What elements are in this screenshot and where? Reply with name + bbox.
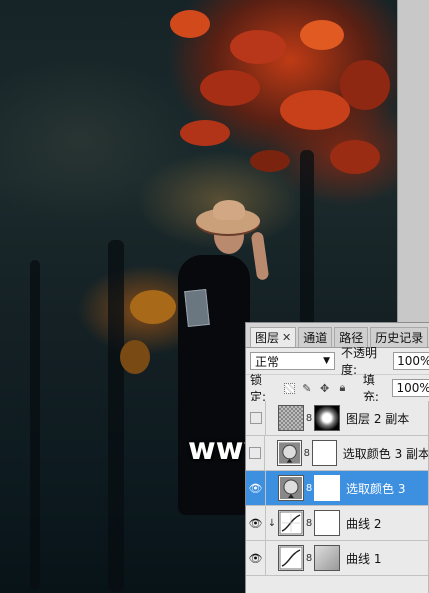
link-icon: 8 bbox=[305, 412, 313, 424]
lock-label: 锁定: bbox=[250, 373, 267, 404]
tab-label: 通道 bbox=[303, 331, 328, 345]
clipping-arrow-icon: ↓ bbox=[267, 517, 277, 529]
layer-name[interactable]: 曲线 2 bbox=[346, 515, 381, 532]
foliage-spot bbox=[300, 20, 344, 50]
mask-thumbnail[interactable] bbox=[311, 440, 337, 466]
layer-name[interactable]: 图层 2 副本 bbox=[346, 410, 409, 427]
foliage-spot bbox=[330, 140, 380, 174]
foliage-spot bbox=[200, 70, 260, 106]
eye-icon[interactable]: 👁︎ bbox=[246, 471, 266, 505]
mask-thumbnail[interactable] bbox=[314, 510, 340, 536]
selective-color-adjustment-icon bbox=[276, 440, 302, 466]
foliage-spot bbox=[250, 150, 290, 172]
foliage-spot bbox=[180, 120, 230, 146]
eye-icon[interactable]: 👁︎ bbox=[246, 506, 266, 540]
mask-thumbnail[interactable] bbox=[314, 405, 340, 431]
fill-value: 100% bbox=[396, 381, 429, 395]
close-icon[interactable]: ✕ bbox=[282, 331, 291, 344]
tree-trunk bbox=[108, 240, 124, 592]
chevron-down-icon: ▼ bbox=[323, 356, 331, 366]
lock-image-pixels-icon[interactable]: ✎ bbox=[300, 382, 313, 395]
layer-row[interactable]: 👁︎ 8 曲线 1 bbox=[246, 541, 429, 576]
lock-position-icon[interactable]: ✥ bbox=[318, 382, 331, 395]
layer-row[interactable]: 8 图层 2 副本 bbox=[246, 401, 429, 436]
tab-channels[interactable]: 通道 bbox=[298, 327, 333, 347]
workspace-gray-area bbox=[397, 0, 429, 322]
selective-color-adjustment-icon bbox=[278, 475, 304, 501]
foliage-spot bbox=[280, 90, 350, 130]
layer-row[interactable]: 8 选取颜色 3 副本 bbox=[246, 436, 429, 471]
link-icon: 8 bbox=[303, 447, 310, 459]
layer-name[interactable]: 曲线 1 bbox=[346, 550, 381, 567]
foliage-spot bbox=[230, 30, 286, 64]
layer-thumbnail bbox=[278, 405, 304, 431]
mask-thumbnail[interactable] bbox=[314, 475, 340, 501]
foliage-spot bbox=[130, 290, 176, 324]
tab-layers[interactable]: 图层 ✕ bbox=[250, 327, 297, 347]
eye-icon[interactable]: 👁︎ bbox=[246, 541, 266, 575]
mask-thumbnail[interactable] bbox=[314, 545, 340, 571]
curves-adjustment-icon bbox=[278, 510, 304, 536]
curves-adjustment-icon bbox=[278, 545, 304, 571]
lock-transparent-pixels-icon[interactable] bbox=[283, 382, 296, 395]
fill-input[interactable]: 100% bbox=[392, 379, 429, 397]
foliage-spot bbox=[340, 60, 390, 110]
blend-mode-value: 正常 bbox=[255, 354, 280, 369]
visibility-toggle[interactable] bbox=[246, 401, 266, 435]
lock-all-icon[interactable]: 🔒︎ bbox=[336, 381, 349, 395]
link-icon: 8 bbox=[305, 552, 313, 564]
sun-hat-crown bbox=[213, 200, 245, 220]
tree-trunk bbox=[30, 260, 40, 590]
tab-label: 图层 bbox=[255, 331, 280, 345]
blend-mode-select[interactable]: 正常 ▼ bbox=[250, 352, 336, 370]
layers-panel: 图层 ✕ 通道 路径 历史记录 正常 ▼ 不透明度: 100% 锁定: ✎ ✥ … bbox=[245, 322, 429, 593]
foliage-spot bbox=[120, 340, 150, 374]
link-icon: 8 bbox=[305, 517, 313, 529]
lock-row: 锁定: ✎ ✥ 🔒︎ 填充: 100% bbox=[246, 373, 429, 404]
foliage-spot bbox=[170, 10, 210, 38]
layer-row[interactable]: 👁︎ ↓ 8 曲线 2 bbox=[246, 506, 429, 541]
visibility-toggle[interactable] bbox=[246, 436, 266, 470]
layer-name[interactable]: 选取颜色 3 bbox=[346, 480, 405, 497]
link-icon: 8 bbox=[305, 482, 313, 494]
layer-name[interactable]: 选取颜色 3 副本 bbox=[343, 445, 429, 462]
layer-row-selected[interactable]: 👁︎ 8 选取颜色 3 bbox=[246, 471, 429, 506]
layer-list: 8 图层 2 副本 8 选取颜色 3 副本 👁︎ 8 选取颜色 3 👁︎ ↓ 8… bbox=[246, 401, 429, 576]
book bbox=[184, 288, 210, 328]
fill-label: 填充: bbox=[362, 373, 379, 404]
panel-tabs: 图层 ✕ 通道 路径 历史记录 bbox=[246, 323, 429, 348]
tree-trunk bbox=[300, 150, 314, 350]
opacity-input[interactable]: 100% bbox=[393, 352, 429, 370]
woman-arm bbox=[250, 231, 270, 281]
opacity-value: 100% bbox=[397, 354, 429, 368]
